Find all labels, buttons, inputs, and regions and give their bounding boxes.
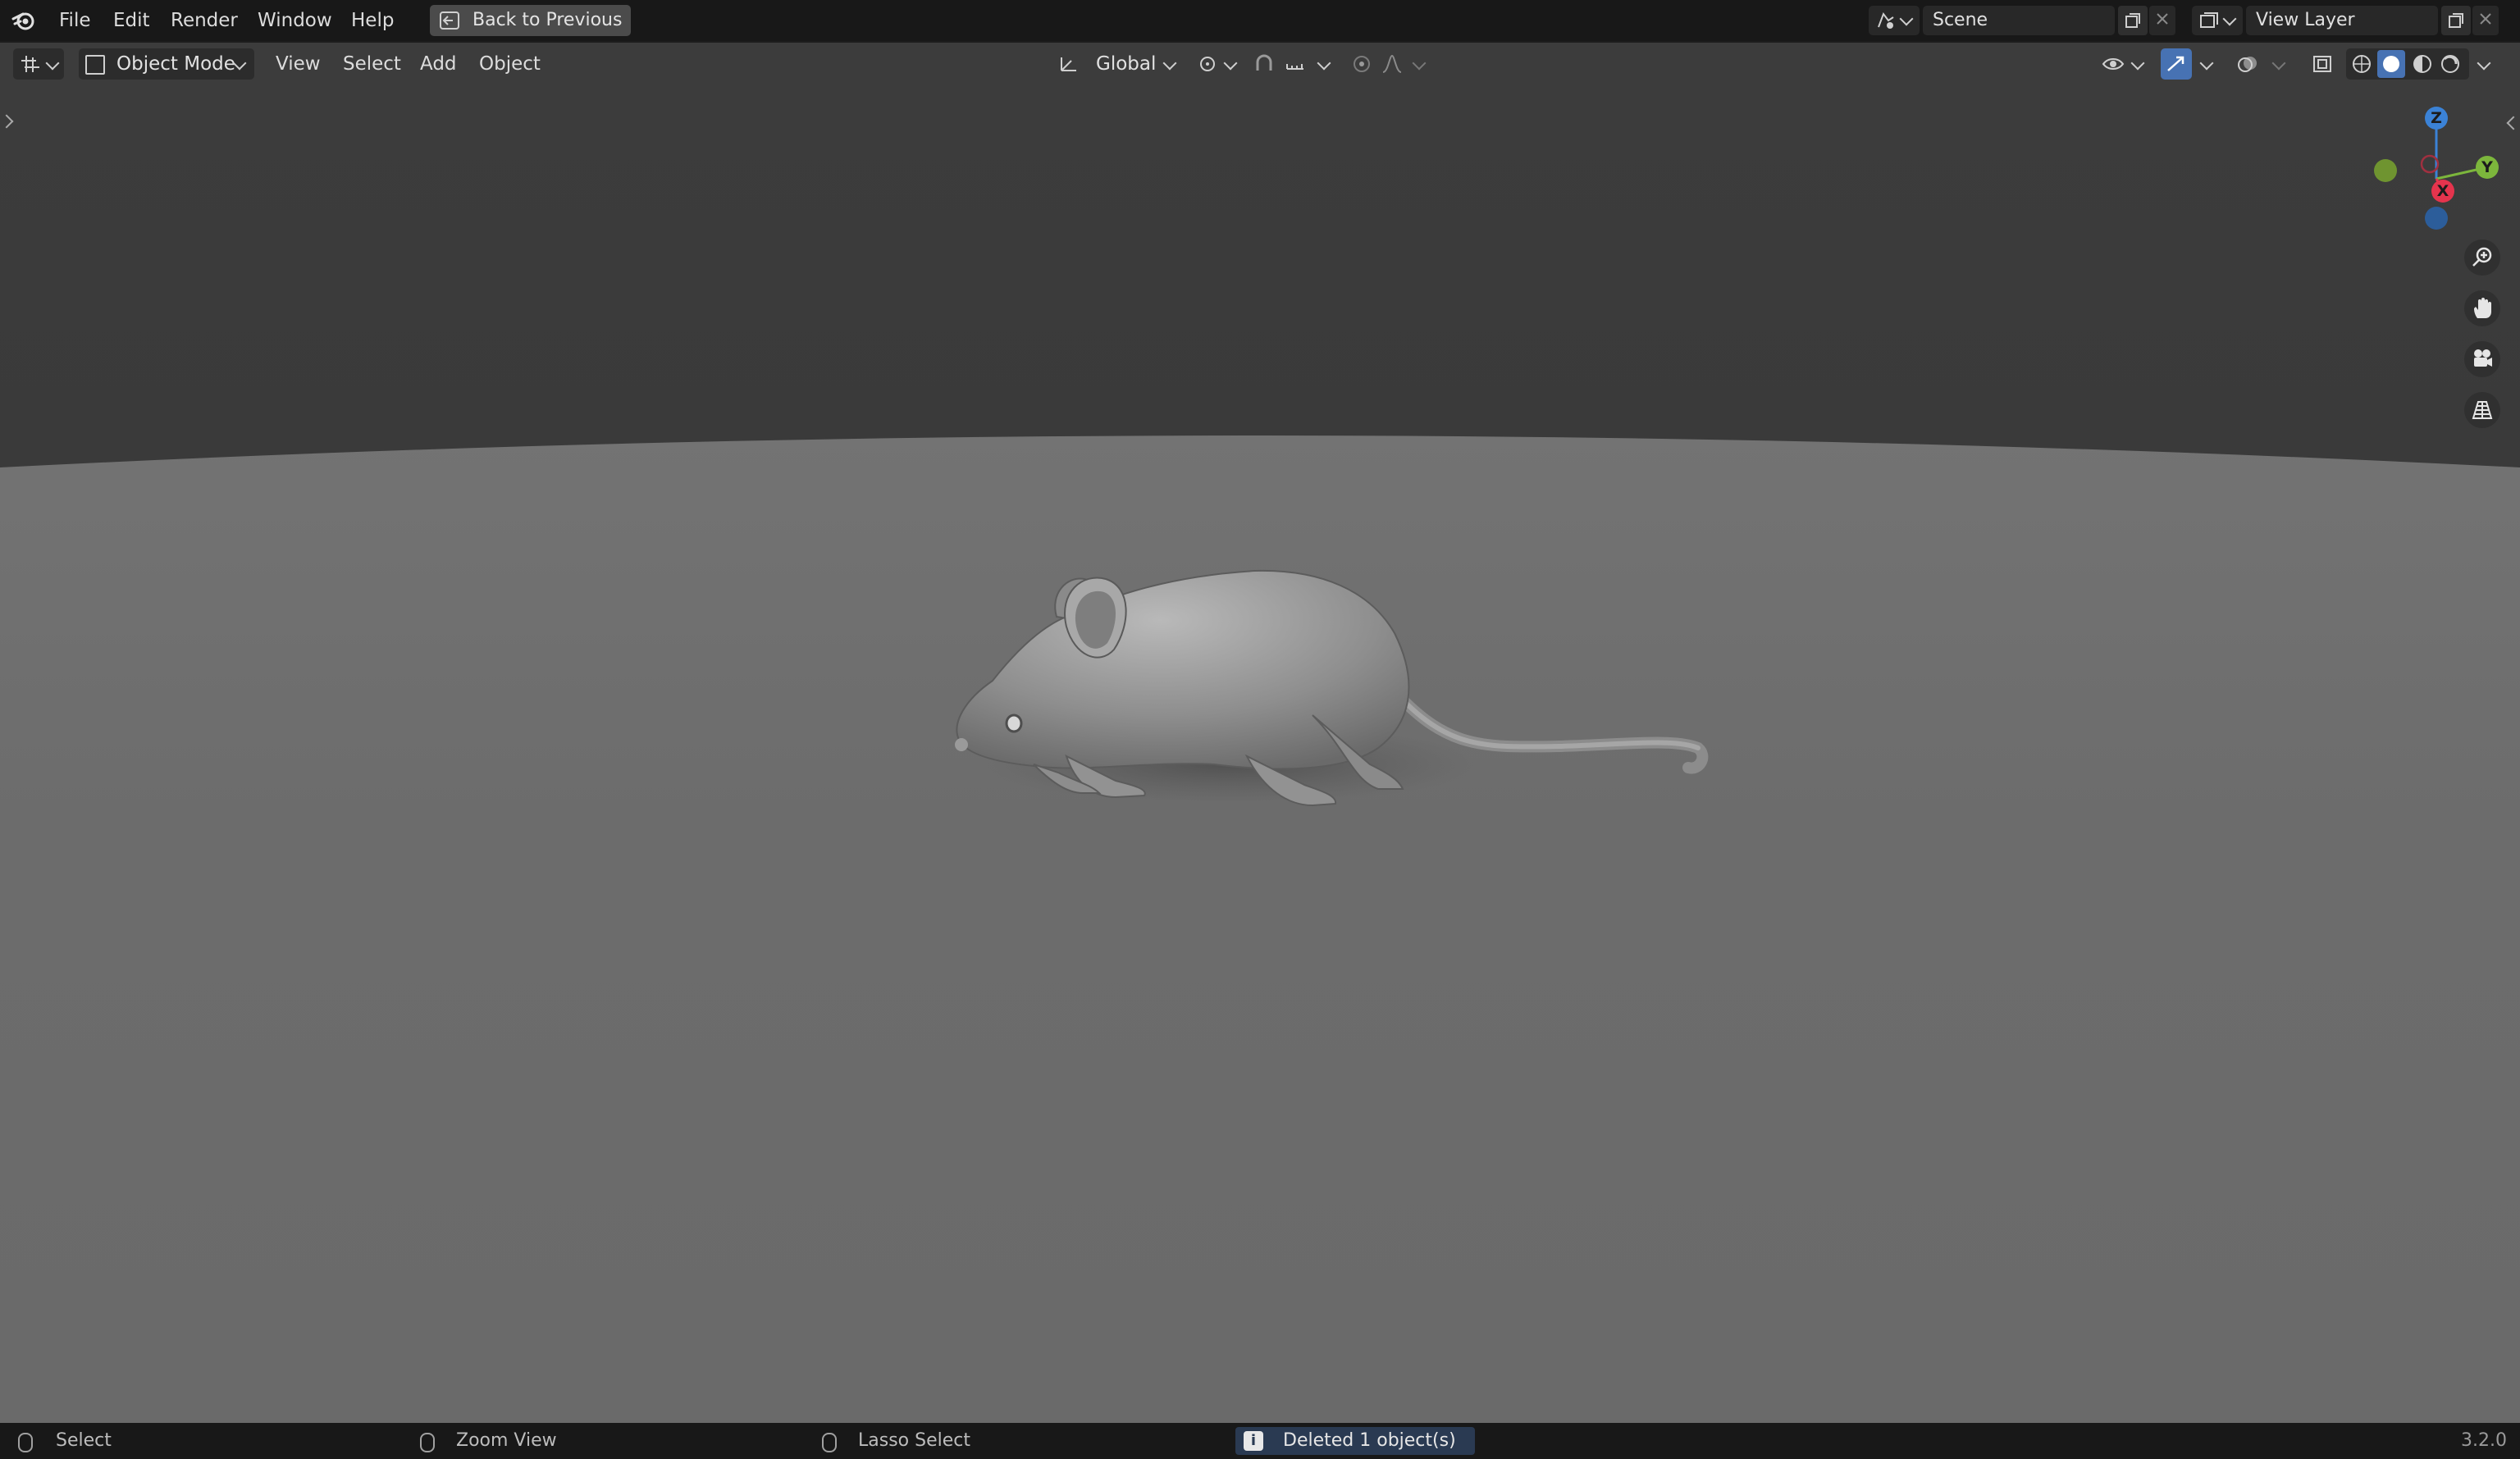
viewport-header: Object Mode View Select Add Object Globa… xyxy=(0,43,2520,85)
menu-help[interactable]: Help xyxy=(351,0,394,41)
solid-shading-button[interactable] xyxy=(2377,50,2405,78)
menu-view[interactable]: View xyxy=(276,48,321,80)
status-report[interactable]: i Deleted 1 object(s) xyxy=(1235,1427,1475,1455)
menu-object[interactable]: Object xyxy=(479,48,541,80)
falloff-curve-icon xyxy=(1381,54,1403,77)
transform-orientation-dropdown[interactable]: Global xyxy=(1052,48,1183,80)
solid-sphere-icon xyxy=(2383,56,2399,72)
material-icon xyxy=(2413,55,2431,73)
snap-toggle[interactable] xyxy=(1250,48,1278,80)
object-mode-dropdown[interactable]: Object Mode xyxy=(79,48,254,80)
shading-mode-group xyxy=(2346,48,2469,80)
top-menubar: File Edit Render Window Help Back to Pre… xyxy=(0,0,2520,41)
snap-target-dropdown[interactable] xyxy=(1281,48,1334,80)
proportional-falloff-dropdown[interactable] xyxy=(1378,48,1429,80)
zoom-in-icon xyxy=(2472,247,2492,267)
grid-perspective-icon xyxy=(2472,401,2493,419)
navigation-gizmo[interactable]: Z Y X xyxy=(2362,102,2510,233)
magnet-icon xyxy=(1253,54,1275,77)
gizmo-z-axis[interactable]: Z xyxy=(2425,107,2448,130)
object-mode-label: Object Mode xyxy=(116,53,235,75)
view-layer-name-field[interactable]: View Layer xyxy=(2246,6,2438,35)
gizmo-y-axis[interactable]: Y xyxy=(2476,156,2499,179)
rendered-shading-button[interactable] xyxy=(2440,54,2461,77)
menu-file[interactable]: File xyxy=(59,0,91,41)
pivot-point-dropdown[interactable] xyxy=(1194,48,1240,80)
gizmo-toggle[interactable] xyxy=(2161,48,2192,80)
view-layer-name: View Layer xyxy=(2256,10,2355,30)
scene-icon xyxy=(1875,11,1897,34)
blender-logo-icon[interactable] xyxy=(11,9,36,32)
duplicate-icon xyxy=(2449,13,2463,28)
delete-view-layer-button[interactable] xyxy=(2472,6,2499,35)
scene-type-selector[interactable] xyxy=(1869,6,1920,35)
mouse-left-icon xyxy=(18,1433,33,1452)
status-middle-label: Zoom View xyxy=(456,1430,557,1451)
gizmo-dropdown[interactable] xyxy=(2195,48,2220,80)
overlays-icon xyxy=(2236,54,2259,77)
new-view-layer-button[interactable] xyxy=(2441,6,2471,35)
orientation-icon xyxy=(1058,54,1080,77)
material-shading-button[interactable] xyxy=(2412,54,2433,77)
perspective-toggle-button[interactable] xyxy=(2464,392,2500,428)
xray-toggle[interactable] xyxy=(2308,48,2338,80)
info-icon: i xyxy=(1244,1431,1263,1451)
status-bar: Select Zoom View Lasso Select i Deleted … xyxy=(0,1423,2520,1459)
camera-view-button[interactable] xyxy=(2464,341,2500,377)
rendered-icon xyxy=(2441,55,2459,73)
back-arrow-icon xyxy=(438,9,461,32)
delete-scene-button[interactable] xyxy=(2149,6,2175,35)
editor-type-icon xyxy=(20,54,41,77)
viewport-scene xyxy=(0,43,2520,1423)
mouse-right-icon xyxy=(822,1433,837,1452)
version-label: 3.2.0 xyxy=(2461,1430,2507,1451)
status-message: Deleted 1 object(s) xyxy=(1283,1430,1456,1451)
view-layer-selector[interactable] xyxy=(2192,6,2243,35)
menu-window[interactable]: Window xyxy=(258,0,332,41)
pan-view-button[interactable] xyxy=(2464,290,2500,326)
close-icon xyxy=(2157,13,2168,25)
eye-icon xyxy=(2102,54,2125,77)
back-to-previous-button[interactable]: Back to Previous xyxy=(430,5,631,36)
overlays-toggle[interactable] xyxy=(2233,48,2264,80)
3d-viewport[interactable]: Object Mode View Select Add Object Globa… xyxy=(0,43,2520,1423)
overlays-dropdown[interactable] xyxy=(2267,48,2292,80)
orientation-label: Global xyxy=(1096,53,1157,75)
zoom-view-button[interactable] xyxy=(2464,239,2500,276)
status-left-label: Select xyxy=(56,1430,112,1451)
xray-icon xyxy=(2312,55,2332,76)
view-layer-icon xyxy=(2198,11,2220,34)
snap-increment-icon xyxy=(1285,54,1306,77)
menu-render[interactable]: Render xyxy=(171,0,238,41)
menu-add[interactable]: Add xyxy=(420,48,457,80)
proportional-editing-toggle[interactable] xyxy=(1349,48,1375,80)
duplicate-icon xyxy=(2125,13,2140,28)
hand-icon xyxy=(2474,298,2491,318)
gizmo-x-axis[interactable]: X xyxy=(2431,180,2454,203)
proportional-icon xyxy=(1352,54,1372,77)
menu-select[interactable]: Select xyxy=(343,48,401,80)
camera-icon xyxy=(2474,349,2492,367)
scene-name: Scene xyxy=(1933,10,1988,30)
status-right-label: Lasso Select xyxy=(858,1430,970,1451)
shading-dropdown[interactable] xyxy=(2472,48,2497,80)
pivot-icon xyxy=(1198,54,1219,77)
new-scene-button[interactable] xyxy=(2118,6,2148,35)
wireframe-shading-button[interactable] xyxy=(2351,54,2372,77)
editor-type-selector[interactable] xyxy=(13,48,64,80)
gizmo-icon xyxy=(2165,54,2188,77)
menu-edit[interactable]: Edit xyxy=(113,0,150,41)
scene-name-field[interactable]: Scene xyxy=(1923,6,2115,35)
object-mode-icon xyxy=(85,55,105,75)
wireframe-icon xyxy=(2353,55,2371,73)
visibility-dropdown[interactable] xyxy=(2100,48,2146,80)
close-icon xyxy=(2480,13,2491,25)
back-button-label: Back to Previous xyxy=(472,10,623,30)
mouse-middle-icon xyxy=(420,1433,435,1452)
